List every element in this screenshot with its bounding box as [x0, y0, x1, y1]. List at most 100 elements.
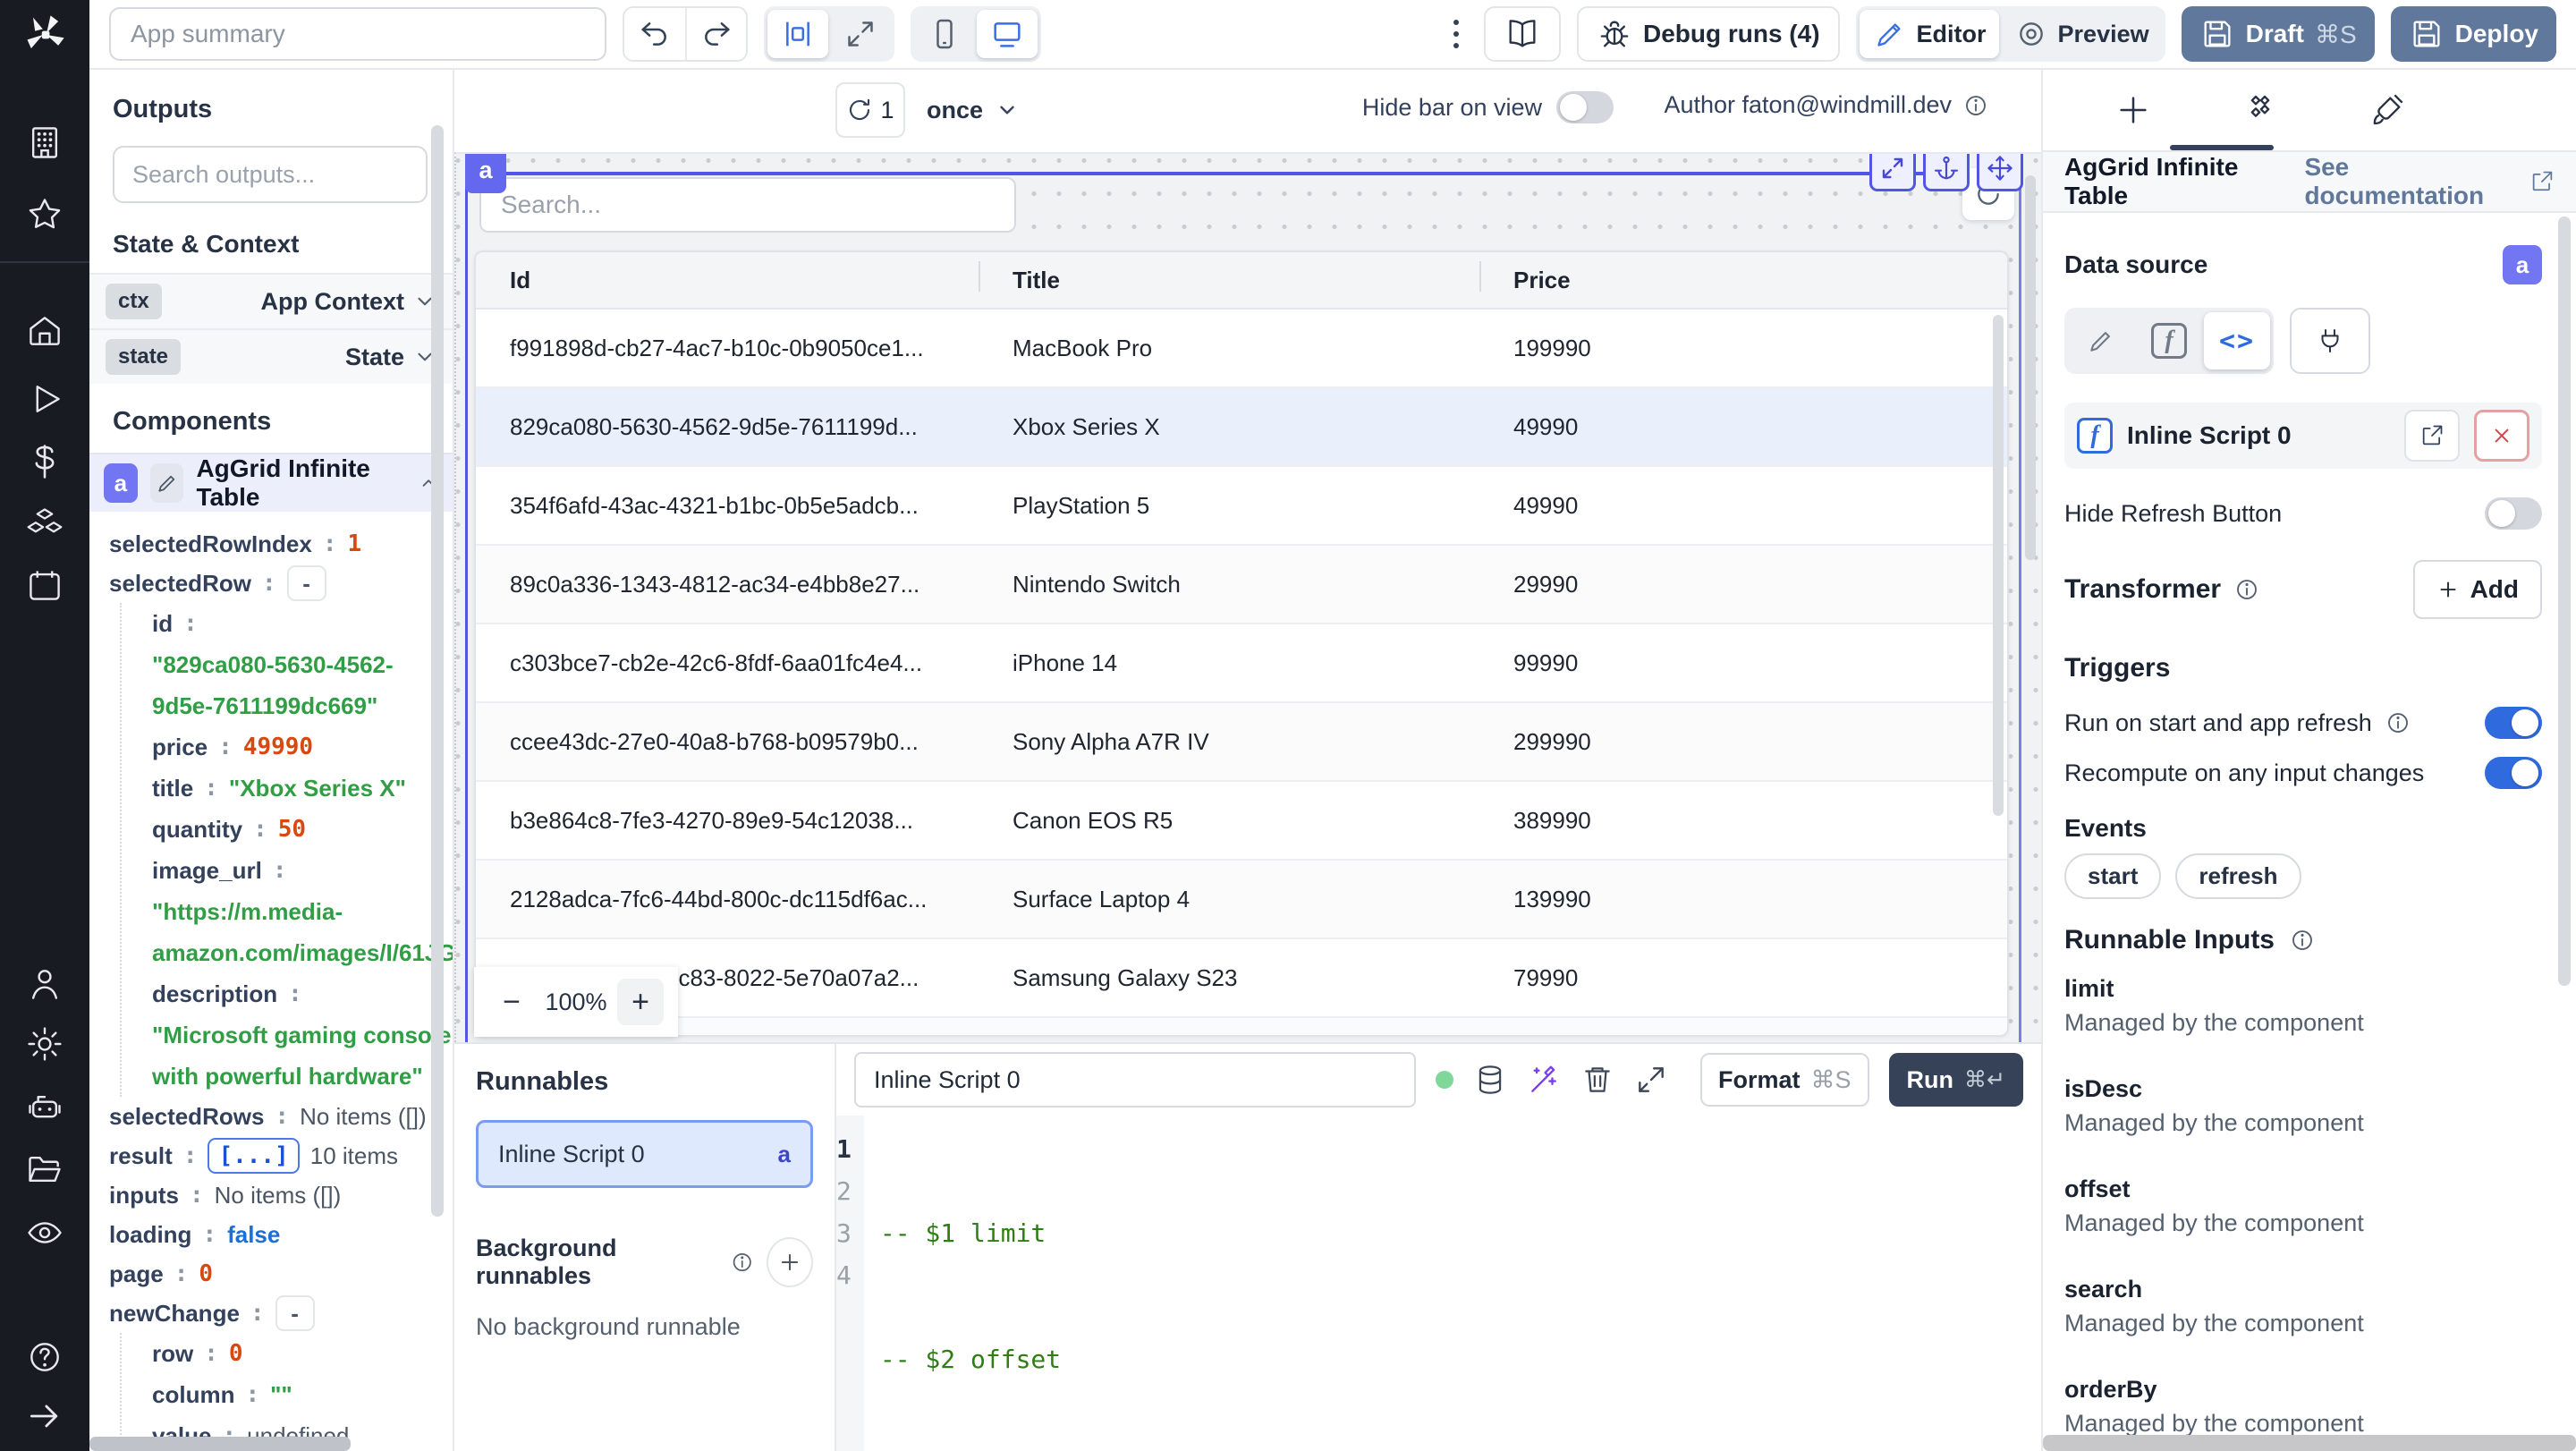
column-header-title[interactable]: Title — [979, 260, 1479, 294]
mobile-view-button[interactable] — [914, 10, 975, 58]
database-icon[interactable] — [1473, 1063, 1507, 1097]
tree-line[interactable]: selectedRowIndex:1 — [109, 524, 444, 564]
code-editor[interactable]: 1 2 3 4 -- $1 limit -- $2 offset -- $3 s… — [836, 1116, 2041, 1451]
info-icon[interactable] — [1962, 92, 1989, 119]
table-row[interactable]: 89c0a336-1343-4812-ac34-e4bb8e27... Ninte… — [476, 546, 2007, 624]
tab-styling-icon[interactable] — [2367, 89, 2408, 131]
tab-preview[interactable]: Preview — [2001, 10, 2162, 58]
connect-mode-icon[interactable] — [2290, 308, 2370, 374]
app-summary-input[interactable] — [109, 7, 606, 61]
info-icon[interactable] — [730, 1249, 755, 1276]
column-header-id[interactable]: Id — [476, 267, 979, 294]
tree-line[interactable]: inputs: No items ([]) — [109, 1175, 444, 1215]
expand-editor-icon[interactable] — [1634, 1063, 1668, 1097]
tree-line[interactable]: quantity:50 — [152, 809, 444, 850]
more-menu-icon[interactable] — [1445, 14, 1468, 54]
settings-vertical-scrollbar[interactable] — [2558, 216, 2571, 986]
center-layout-button[interactable] — [767, 10, 828, 58]
event-start-chip[interactable]: start — [2064, 853, 2162, 899]
deploy-button[interactable]: Deploy — [2390, 6, 2556, 62]
edit-component-icon[interactable] — [149, 463, 184, 503]
expand-result-button[interactable]: [...] — [208, 1138, 300, 1174]
outputs-horizontal-scrollbar[interactable] — [89, 1437, 351, 1451]
remove-script-icon[interactable] — [2474, 410, 2529, 462]
table-row[interactable]: f991898d-cb27-4ac7-b10c-0b9050ce1... MacB… — [476, 310, 2007, 388]
tree-line[interactable]: id: — [152, 603, 444, 644]
delete-script-icon[interactable] — [1580, 1063, 1614, 1097]
collapse-rail-icon[interactable] — [25, 1396, 64, 1436]
recompute-toggle[interactable] — [2485, 757, 2542, 789]
desktop-view-button[interactable] — [977, 10, 1038, 58]
home-icon[interactable] — [25, 311, 64, 351]
runs-icon[interactable] — [25, 379, 64, 419]
help-icon[interactable] — [25, 1337, 64, 1377]
table-vertical-scrollbar[interactable] — [1993, 315, 2004, 816]
add-transformer-button[interactable]: Add — [2412, 560, 2542, 619]
windmill-logo[interactable] — [0, 0, 89, 70]
refresh-count-button[interactable]: 1 — [835, 82, 905, 138]
collapse-node-button[interactable]: - — [275, 1295, 315, 1331]
table-row[interactable]: b3e864c8-7fe3-4270-89e9-54c12038... Canon… — [476, 782, 2007, 861]
refresh-mode-select[interactable]: once — [927, 82, 1019, 138]
debug-runs-button[interactable]: Debug runs (4) — [1576, 6, 1840, 62]
column-header-price[interactable]: Price — [1479, 260, 2007, 294]
tree-line[interactable]: image_url: — [152, 850, 444, 891]
add-background-runnable-button[interactable] — [767, 1237, 813, 1287]
component-selection-tag[interactable]: a — [465, 154, 506, 193]
settings-horizontal-scrollbar[interactable] — [2043, 1435, 2576, 1451]
fullscreen-component-icon[interactable] — [1869, 154, 1916, 191]
canvas-vertical-scrollbar[interactable] — [2025, 175, 2036, 560]
tree-line[interactable]: title: "Xbox Series X" — [152, 768, 444, 809]
runnable-item-inline-script-0[interactable]: Inline Script 0 a — [476, 1120, 813, 1188]
redo-button[interactable] — [685, 8, 746, 60]
tree-line[interactable]: loading: false — [109, 1215, 444, 1254]
tree-line[interactable]: selectedRows: No items ([]) — [109, 1097, 444, 1136]
table-row[interactable]: 2128adca-7fc6-44bd-800c-dc115df6ac... Sur… — [476, 861, 2007, 939]
info-icon[interactable] — [2385, 709, 2411, 736]
table-row[interactable]: c303bce7-cb2e-42c6-8fdf-6aa01fc4e4... iPh… — [476, 624, 2007, 703]
zoom-in-button[interactable]: + — [617, 979, 664, 1025]
tab-component-settings-icon[interactable] — [2240, 89, 2281, 131]
code-mode-icon[interactable]: <> — [2204, 312, 2270, 369]
tree-line[interactable]: description: — [152, 973, 444, 1014]
zoom-out-button[interactable]: − — [488, 979, 535, 1025]
draft-button[interactable]: Draft ⌘S — [2181, 6, 2375, 62]
outputs-vertical-scrollbar[interactable] — [431, 125, 444, 1217]
format-button[interactable]: Format ⌘S — [1700, 1053, 1869, 1107]
state-row[interactable]: state State — [89, 328, 453, 384]
event-refresh-chip[interactable]: refresh — [2175, 853, 2301, 899]
tab-insert-plus-icon[interactable] — [2113, 89, 2154, 131]
undo-button[interactable] — [624, 8, 685, 60]
tab-editor[interactable]: Editor — [1859, 10, 1999, 58]
table-row[interactable]: ccee43dc-27e0-40a8-b768-b09579b0... Sony … — [476, 703, 2007, 782]
docs-button[interactable] — [1483, 6, 1561, 62]
settings-icon[interactable] — [25, 1024, 64, 1064]
table-row-selected[interactable]: 829ca080-5630-4562-9d5e-7611199d... Xbox … — [476, 388, 2007, 467]
variables-icon[interactable] — [25, 442, 64, 481]
tree-line[interactable]: row:0 — [152, 1333, 444, 1374]
audit-logs-icon[interactable] — [25, 1213, 64, 1252]
folders-icon[interactable] — [25, 1150, 64, 1189]
info-icon[interactable] — [2289, 927, 2316, 954]
script-name-input[interactable] — [854, 1052, 1416, 1107]
move-component-icon[interactable] — [1977, 154, 2023, 191]
open-script-icon[interactable] — [2404, 410, 2460, 462]
hide-refresh-toggle[interactable] — [2485, 497, 2542, 530]
search-outputs-input[interactable] — [113, 146, 428, 203]
app-canvas[interactable]: a Id Title Price f991898d-cb27-4ac7-b10c… — [454, 152, 2041, 1042]
ai-assistant-icon[interactable] — [1527, 1063, 1561, 1097]
run-on-start-toggle[interactable] — [2485, 707, 2542, 739]
ctx-row[interactable]: ctx App Context — [89, 273, 453, 328]
run-button[interactable]: Run ⌘↵ — [1888, 1053, 2023, 1107]
static-mode-icon[interactable] — [2068, 312, 2134, 369]
tree-line[interactable]: result: [...] 10 items — [109, 1136, 444, 1175]
table-row[interactable]: 354f6afd-43ac-4321-b1bc-0b5e5adcb... Play… — [476, 467, 2007, 546]
anchor-component-icon[interactable] — [1923, 154, 1970, 191]
template-mode-icon[interactable]: f — [2136, 312, 2202, 369]
workers-icon[interactable] — [25, 1089, 64, 1128]
schedules-icon[interactable] — [25, 565, 64, 605]
tree-line[interactable]: selectedRow: - — [109, 564, 444, 603]
tree-line[interactable]: newChange: - — [109, 1294, 444, 1333]
hide-bar-toggle[interactable] — [1556, 91, 1614, 123]
see-documentation-link[interactable]: See documentation — [2304, 153, 2555, 210]
